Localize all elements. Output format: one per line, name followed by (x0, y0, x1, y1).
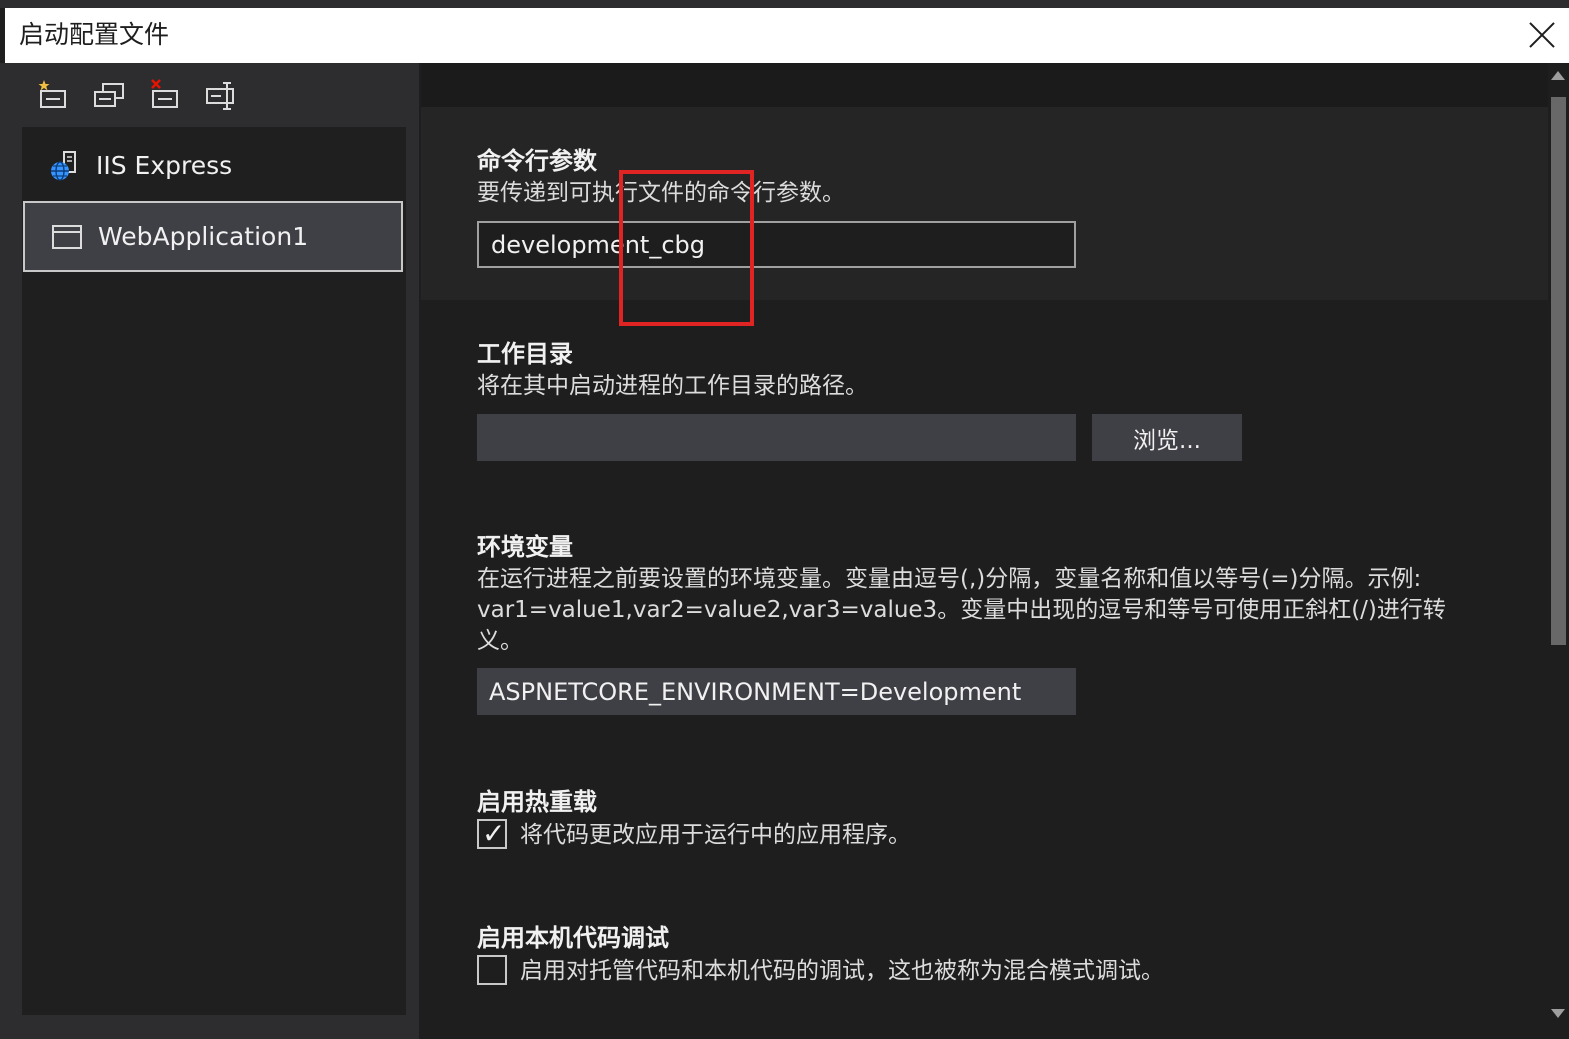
check-icon: ✓ (482, 817, 506, 850)
browse-button[interactable]: 浏览... (1092, 414, 1242, 461)
scroll-thumb[interactable] (1551, 97, 1566, 645)
hotreload-checkbox[interactable]: ✓ (477, 817, 507, 850)
new-profile-icon[interactable] (35, 77, 71, 113)
title-bar: 启动配置文件 (5, 8, 1569, 63)
nativedebug-label: 启用对托管代码和本机代码的调试，这也被称为混合模式调试。 (520, 958, 1164, 984)
envvars-description: 在运行进程之前要设置的环境变量。变量由逗号(,)分隔，变量名称和值以等号(=)分… (477, 564, 1527, 657)
profile-item-iis-express[interactable]: IIS Express (22, 129, 406, 201)
workdir-description: 将在其中启动进程的工作目录的路径。 (477, 373, 868, 399)
cmdargs-title: 命令行参数 (477, 147, 597, 175)
workdir-input[interactable] (477, 414, 1076, 461)
envvars-desc-line: var1=value1,var2=value2,var3=value3。变量中出… (477, 597, 1446, 623)
scroll-up-icon[interactable] (1551, 71, 1565, 80)
top-strip (0, 0, 1569, 8)
globe-server-icon (51, 151, 76, 181)
profile-list: IIS Express WebApplication1 (22, 127, 406, 1015)
profile-label: WebApplication1 (98, 222, 309, 251)
envvars-desc-line: 义。 (477, 628, 523, 654)
scroll-down-icon[interactable] (1551, 1009, 1565, 1018)
nativedebug-checkbox[interactable] (477, 955, 507, 985)
profile-item-webapplication1[interactable]: WebApplication1 (23, 201, 403, 272)
hotreload-label: 将代码更改应用于运行中的应用程序。 (520, 822, 911, 848)
window-title: 启动配置文件 (19, 20, 170, 49)
cmdargs-input[interactable] (477, 221, 1076, 268)
hotreload-title: 启用热重载 (477, 788, 597, 816)
close-icon[interactable] (1525, 18, 1559, 52)
workdir-title: 工作目录 (477, 340, 573, 368)
envvars-desc-line: 在运行进程之前要设置的环境变量。变量由逗号(,)分隔，变量名称和值以等号(=)分… (477, 566, 1422, 592)
profile-label: IIS Express (96, 150, 233, 180)
rename-profile-icon[interactable] (203, 77, 239, 113)
delete-profile-icon[interactable] (147, 77, 183, 113)
envvars-input[interactable] (477, 668, 1076, 715)
sidebar: IIS Express WebApplication1 (5, 63, 419, 1039)
scrollbar[interactable] (1548, 63, 1569, 1039)
settings-panel: 命令行参数 要传递到可执行文件的命令行参数。 工作目录 将在其中启动进程的工作目… (421, 63, 1548, 1039)
profile-toolbar (5, 63, 419, 127)
envvars-title: 环境变量 (477, 533, 573, 561)
nativedebug-title: 启用本机代码调试 (477, 924, 669, 952)
copy-profile-icon[interactable] (91, 77, 127, 113)
window-icon (52, 224, 82, 249)
panel-header-band (421, 63, 1548, 107)
cmdargs-description: 要传递到可执行文件的命令行参数。 (477, 180, 845, 206)
